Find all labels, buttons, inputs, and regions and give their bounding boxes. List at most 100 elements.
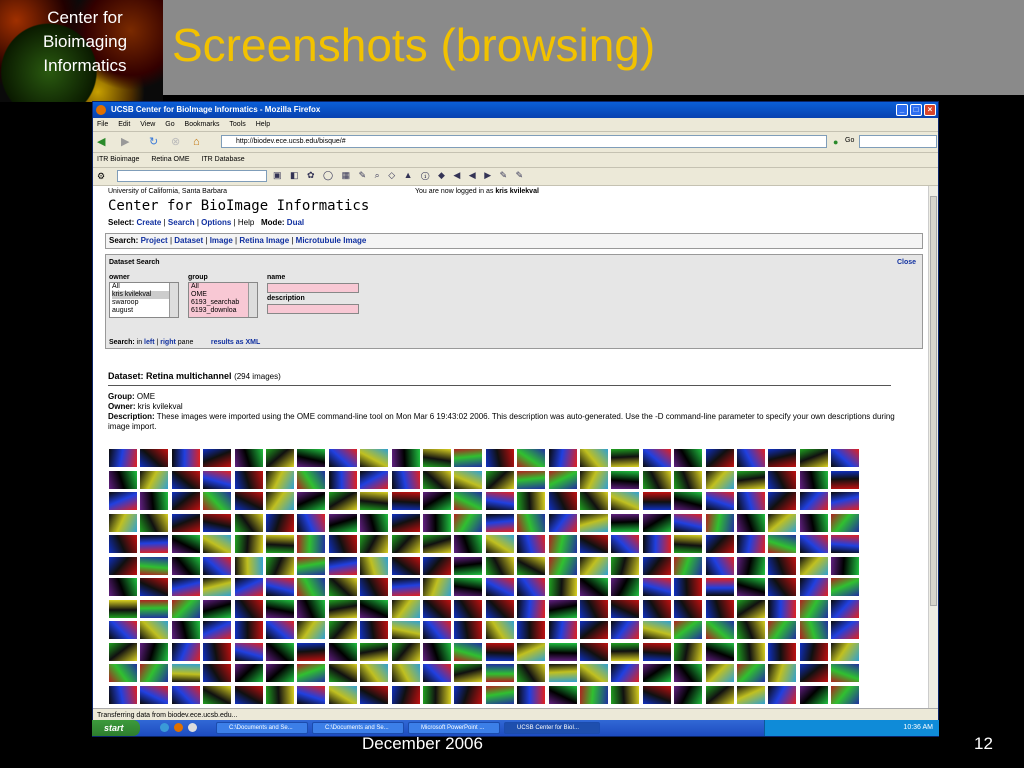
thumbnail-image[interactable] [767, 469, 798, 490]
help-link[interactable]: Help [238, 218, 254, 227]
thumbnail-image[interactable] [139, 663, 170, 683]
thumbnail-image[interactable] [798, 448, 829, 468]
thumbnail-image[interactable] [108, 663, 138, 683]
group-scrollbar[interactable] [248, 283, 257, 317]
thumbnail-image[interactable] [265, 512, 295, 533]
thumbnail-image[interactable] [704, 684, 735, 705]
thumbnail-image[interactable] [673, 663, 704, 683]
search-image-link[interactable]: Image [210, 236, 233, 245]
thumbnail-image[interactable] [359, 620, 390, 640]
thumbnail-image[interactable] [359, 469, 390, 490]
thumbnail-image[interactable] [830, 684, 861, 705]
thumbnail-image[interactable] [641, 512, 672, 533]
thumbnail-image[interactable] [422, 620, 452, 640]
thumbnail-image[interactable] [108, 469, 138, 490]
thumbnail-image[interactable] [327, 684, 358, 705]
thumbnail-image[interactable] [390, 620, 421, 640]
thumbnail-image[interactable] [610, 598, 641, 619]
thumbnail-image[interactable] [327, 641, 358, 662]
search-link[interactable]: Search [168, 218, 195, 227]
thumbnail-image[interactable] [641, 534, 672, 554]
thumbnail-image[interactable] [673, 448, 704, 468]
thumbnail-image[interactable] [704, 620, 735, 640]
thumbnail-image[interactable] [798, 512, 829, 533]
thumbnail-image[interactable] [170, 620, 201, 640]
thumbnail-image[interactable] [830, 534, 861, 554]
thumbnail-image[interactable] [484, 512, 515, 533]
thumbnail-image[interactable] [422, 577, 452, 597]
thumbnail-image[interactable] [547, 491, 578, 511]
thumbnail-image[interactable] [547, 448, 578, 468]
thumbnail-image[interactable] [673, 555, 704, 576]
thumbnail-image[interactable] [673, 641, 704, 662]
menu-help[interactable]: Help [256, 121, 270, 128]
thumbnail-image[interactable] [296, 577, 327, 597]
thumbnail-image[interactable] [139, 598, 170, 619]
thumbnail-image[interactable] [422, 684, 452, 705]
thumbnail-image[interactable] [673, 598, 704, 619]
thumbnail-image[interactable] [516, 534, 547, 554]
thumbnail-image[interactable] [830, 512, 861, 533]
thumbnail-image[interactable] [139, 534, 170, 554]
go-icon[interactable]: ● [833, 136, 838, 148]
thumbnail-image[interactable] [516, 491, 547, 511]
bookmark-retina-ome[interactable]: Retina OME [151, 156, 189, 163]
thumbnail-image[interactable] [296, 598, 327, 619]
thumbnail-image[interactable] [547, 512, 578, 533]
thumbnail-image[interactable] [453, 534, 484, 554]
thumbnail-image[interactable] [390, 469, 421, 490]
thumbnail-image[interactable] [390, 598, 421, 619]
thumbnail-image[interactable] [673, 512, 704, 533]
thumbnail-image[interactable] [422, 491, 452, 511]
owner-listbox[interactable]: All kris kvilekval swaroop august [109, 282, 179, 318]
thumbnail-image[interactable] [641, 555, 672, 576]
thumbnail-image[interactable] [170, 491, 201, 511]
thumbnail-image[interactable] [610, 620, 641, 640]
thumbnail-image[interactable] [108, 491, 138, 511]
thumbnail-image[interactable] [610, 663, 641, 683]
thumbnail-image[interactable] [579, 598, 609, 619]
thumbnail-image[interactable] [830, 469, 861, 490]
thumbnail-image[interactable] [202, 448, 233, 468]
menu-tools[interactable]: Tools [229, 121, 245, 128]
thumbnail-image[interactable] [170, 641, 201, 662]
thumbnail-image[interactable] [453, 512, 484, 533]
firefox-quicklaunch-icon[interactable] [174, 723, 183, 732]
thumbnail-image[interactable] [453, 620, 484, 640]
thumbnail-image[interactable] [736, 663, 766, 683]
thumbnail-image[interactable] [516, 641, 547, 662]
thumbnail-image[interactable] [170, 448, 201, 468]
stop-icon[interactable]: ⊗ [171, 136, 180, 148]
thumbnail-image[interactable] [139, 684, 170, 705]
thumbnail-image[interactable] [610, 491, 641, 511]
thumbnail-image[interactable] [547, 534, 578, 554]
thumbnail-image[interactable] [233, 641, 264, 662]
thumbnail-image[interactable] [327, 512, 358, 533]
back-icon[interactable]: ◀ [97, 136, 105, 148]
thumbnail-image[interactable] [547, 663, 578, 683]
search-retina-image-link[interactable]: Retina Image [239, 236, 289, 245]
thumbnail-image[interactable] [108, 555, 138, 576]
thumbnail-image[interactable] [641, 448, 672, 468]
thumbnail-image[interactable] [422, 641, 452, 662]
url-input[interactable]: http://biodev.ece.ucsb.edu/bisque/# [221, 135, 827, 148]
thumbnail-image[interactable] [610, 577, 641, 597]
thumbnail-image[interactable] [547, 620, 578, 640]
right-pane-link[interactable]: right [160, 339, 176, 346]
thumbnail-image[interactable] [422, 534, 452, 554]
thumbnail-image[interactable] [265, 577, 295, 597]
start-button[interactable]: start [92, 720, 140, 736]
thumbnail-image[interactable] [767, 663, 798, 683]
thumbnail-image[interactable] [265, 598, 295, 619]
toolbar-icons[interactable]: ▣ ◧ ✿ ◯ ▦ ✎ ⌕ ◇ ▲ ⓘ ◆ ◀ ◀ ▶ ✎ ✎ [273, 170, 526, 181]
taskbar-item-documents-2[interactable]: C:\Documents and Se... [312, 722, 404, 734]
thumbnail-image[interactable] [453, 469, 484, 490]
maximize-button[interactable]: □ [910, 104, 922, 116]
thumbnail-image[interactable] [422, 555, 452, 576]
thumbnail-image[interactable] [736, 620, 766, 640]
thumbnail-image[interactable] [170, 577, 201, 597]
bookmark-itr-bioimage[interactable]: ITR Bioimage [97, 156, 139, 163]
thumbnail-image[interactable] [704, 512, 735, 533]
thumbnail-image[interactable] [359, 684, 390, 705]
left-pane-link[interactable]: left [144, 339, 155, 346]
